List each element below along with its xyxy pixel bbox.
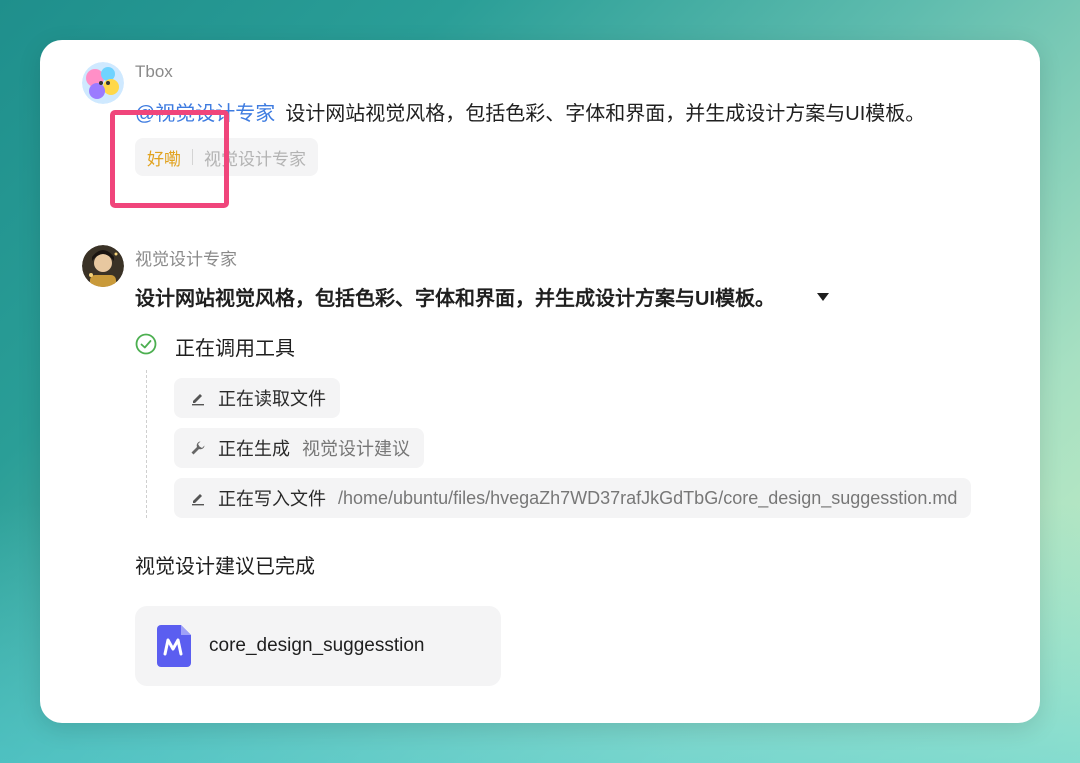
check-circle-icon xyxy=(135,333,157,360)
agent-avatar xyxy=(82,245,124,287)
tool-step-read[interactable]: 正在读取文件 xyxy=(174,378,340,418)
tool-step-generate[interactable]: 正在生成 视觉设计建议 xyxy=(174,428,424,468)
status-row: 正在调用工具 xyxy=(135,332,295,361)
user-avatar xyxy=(82,62,124,104)
user-message: @视觉设计专家 设计网站视觉风格，包括色彩、字体和界面，并生成设计方案与UI模板。 xyxy=(135,97,925,126)
task-title: 设计网站视觉风格，包括色彩、字体和界面，并生成设计方案与UI模板。 xyxy=(135,288,775,310)
highlight-box xyxy=(110,110,229,208)
file-card[interactable]: core_design_suggesstion xyxy=(135,606,501,686)
done-text: 视觉设计建议已完成 xyxy=(135,556,315,578)
chat-card: Tbox @视觉设计专家 设计网站视觉风格，包括色彩、字体和界面，并生成设计方案与… xyxy=(40,40,1040,723)
tool-label: 正在读取文件 xyxy=(218,389,326,409)
user-name: Tbox xyxy=(135,62,173,81)
tool-label: 正在写入文件 xyxy=(218,489,326,509)
pencil-icon xyxy=(190,390,206,406)
markdown-file-icon xyxy=(157,625,191,667)
user-message-text: 设计网站视觉风格，包括色彩、字体和界面，并生成设计方案与UI模板。 xyxy=(285,103,926,125)
tool-label: 正在生成 xyxy=(218,439,290,459)
pencil-icon xyxy=(190,490,206,506)
tool-step-write[interactable]: 正在写入文件 /home/ubuntu/files/hvegaZh7WD37ra… xyxy=(174,478,972,518)
status-text: 正在调用工具 xyxy=(175,338,295,360)
wrench-icon xyxy=(190,440,206,456)
tool-detail-path: /home/ubuntu/files/hvegaZh7WD37rafJkGdTb… xyxy=(338,487,958,508)
caret-down-icon[interactable] xyxy=(816,289,830,307)
file-name: core_design_suggesstion xyxy=(209,635,425,656)
tool-detail: 视觉设计建议 xyxy=(302,439,410,459)
tool-timeline-line xyxy=(146,370,147,518)
agent-name: 视觉设计专家 xyxy=(135,250,237,269)
